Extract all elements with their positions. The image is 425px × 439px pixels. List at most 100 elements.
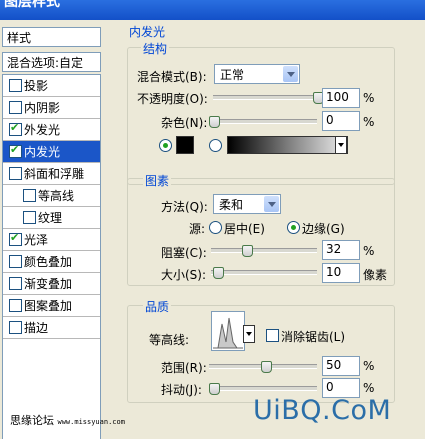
forum-name: 思缘论坛 — [10, 414, 54, 427]
style-item[interactable]: 斜面和浮雕 — [3, 163, 100, 185]
chevron-down-icon — [283, 66, 298, 82]
style-item-label: 颜色叠加 — [24, 255, 73, 269]
blend-mode-select[interactable]: 正常 — [214, 64, 300, 84]
gradient-radio[interactable] — [209, 139, 222, 152]
size-value: 10 — [326, 265, 342, 279]
range-label: 范围(R): — [161, 361, 207, 375]
structure-title: 结构 — [141, 40, 170, 57]
jitter-label: 抖动(J): — [161, 383, 202, 397]
size-slider-thumb[interactable] — [213, 267, 225, 279]
noise-percent: % — [363, 115, 375, 129]
anti-alias-checkbox[interactable] — [266, 329, 279, 342]
contour-preview[interactable] — [211, 311, 245, 351]
opacity-slider[interactable] — [213, 95, 317, 100]
chevron-down-icon — [264, 196, 279, 212]
size-input[interactable]: 10 — [322, 263, 360, 283]
choke-slider[interactable] — [211, 248, 317, 253]
range-percent: % — [363, 359, 375, 373]
contour-dropdown[interactable] — [243, 325, 255, 343]
effects-list: 投影内阴影外发光内发光斜面和浮雕等高线纹理光泽颜色叠加渐变叠加图案叠加描边 — [2, 74, 101, 439]
solid-color-radio[interactable] — [159, 139, 172, 152]
gradient-dropdown[interactable] — [335, 136, 347, 154]
technique-value: 柔和 — [219, 198, 244, 212]
technique-select[interactable]: 柔和 — [213, 194, 281, 214]
blend-mode-label: 混合模式(B): — [137, 70, 207, 84]
style-item-label: 图案叠加 — [24, 299, 73, 313]
window-title: 图层样式 — [4, 0, 60, 10]
style-checkbox[interactable] — [9, 231, 22, 246]
style-item-label: 描边 — [24, 321, 49, 335]
size-slider[interactable] — [211, 270, 317, 275]
range-slider-thumb[interactable] — [261, 361, 272, 373]
elements-title: 图素 — [143, 172, 172, 189]
noise-slider[interactable] — [213, 119, 317, 124]
jitter-slider-thumb[interactable] — [209, 383, 220, 395]
styles-header[interactable]: 样式 — [2, 27, 101, 47]
technique-label: 方法(Q): — [161, 200, 208, 214]
style-item[interactable]: 外发光 — [3, 119, 100, 141]
quality-title: 品质 — [143, 298, 172, 315]
style-item-label: 内发光 — [24, 145, 61, 159]
opacity-label: 不透明度(O): — [137, 92, 208, 106]
noise-label: 杂色(N): — [161, 116, 208, 130]
jitter-value: 0 — [326, 380, 334, 394]
style-checkbox[interactable] — [9, 167, 22, 180]
style-item[interactable]: 图案叠加 — [3, 295, 100, 317]
source-center-radio[interactable] — [209, 221, 222, 234]
contour-curve-icon — [213, 317, 243, 349]
contour-label: 等高线: — [149, 333, 190, 347]
source-edge-radio[interactable] — [287, 221, 300, 234]
gradient-swatch[interactable] — [227, 136, 348, 154]
source-label: 源: — [189, 222, 206, 236]
style-item[interactable]: 投影 — [3, 75, 100, 97]
noise-slider-thumb[interactable] — [209, 116, 220, 128]
style-item-label: 投影 — [24, 79, 49, 93]
style-item[interactable]: 颜色叠加 — [3, 251, 100, 273]
watermark-logo: UiBQ.CoM — [253, 395, 392, 426]
panel-title: 内发光 — [129, 25, 166, 39]
style-checkbox[interactable] — [9, 79, 22, 92]
style-item[interactable]: 光泽 — [3, 229, 100, 251]
styles-label: 样式 — [7, 31, 32, 45]
glow-color-swatch[interactable] — [176, 136, 194, 154]
size-label: 大小(S): — [161, 268, 207, 282]
choke-label: 阻塞(C): — [161, 246, 207, 260]
style-checkbox[interactable] — [23, 189, 36, 202]
style-item[interactable]: 等高线 — [3, 185, 100, 207]
style-item[interactable]: 描边 — [3, 317, 100, 339]
jitter-slider[interactable] — [209, 386, 317, 391]
style-checkbox[interactable] — [23, 211, 36, 224]
style-item[interactable]: 内阴影 — [3, 97, 100, 119]
opacity-value: 100 — [326, 90, 349, 104]
choke-percent: % — [363, 244, 375, 258]
style-checkbox[interactable] — [9, 121, 22, 136]
size-unit: 像素 — [363, 268, 388, 282]
forum-footer: 思缘论坛 www.missyuan.com — [10, 412, 125, 428]
choke-slider-thumb[interactable] — [242, 245, 254, 257]
chevron-down-icon — [246, 332, 252, 336]
blending-options-item[interactable]: 混合选项:自定 — [2, 52, 101, 72]
style-item-label: 光泽 — [24, 233, 49, 247]
source-edge-label: 边缘(G) — [302, 222, 345, 236]
choke-input[interactable]: 32 — [322, 240, 360, 260]
blend-mode-value: 正常 — [220, 68, 245, 82]
range-input[interactable]: 50 — [322, 356, 360, 376]
style-list-panel: 样式 混合选项:自定 投影内阴影外发光内发光斜面和浮雕等高线纹理光泽颜色叠加渐变… — [0, 27, 101, 439]
opacity-input[interactable]: 100 — [322, 88, 360, 108]
noise-input[interactable]: 0 — [322, 111, 360, 131]
chevron-down-icon — [338, 143, 344, 147]
style-checkbox[interactable] — [9, 255, 22, 268]
style-item-label: 外发光 — [24, 123, 61, 137]
style-item[interactable]: 纹理 — [3, 207, 100, 229]
style-checkbox[interactable] — [9, 299, 22, 312]
style-item-label: 内阴影 — [24, 101, 61, 115]
style-checkbox[interactable] — [9, 321, 22, 334]
choke-value: 32 — [326, 242, 342, 256]
style-checkbox[interactable] — [9, 143, 22, 158]
style-item-label: 斜面和浮雕 — [24, 167, 85, 181]
style-item[interactable]: 渐变叠加 — [3, 273, 100, 295]
inner-glow-panel: 内发光 结构 混合模式(B): 正常 不透明度(O): 100 % 杂色(N):… — [113, 20, 425, 438]
style-item[interactable]: 内发光 — [3, 141, 100, 163]
style-checkbox[interactable] — [9, 277, 22, 290]
style-checkbox[interactable] — [9, 101, 22, 114]
